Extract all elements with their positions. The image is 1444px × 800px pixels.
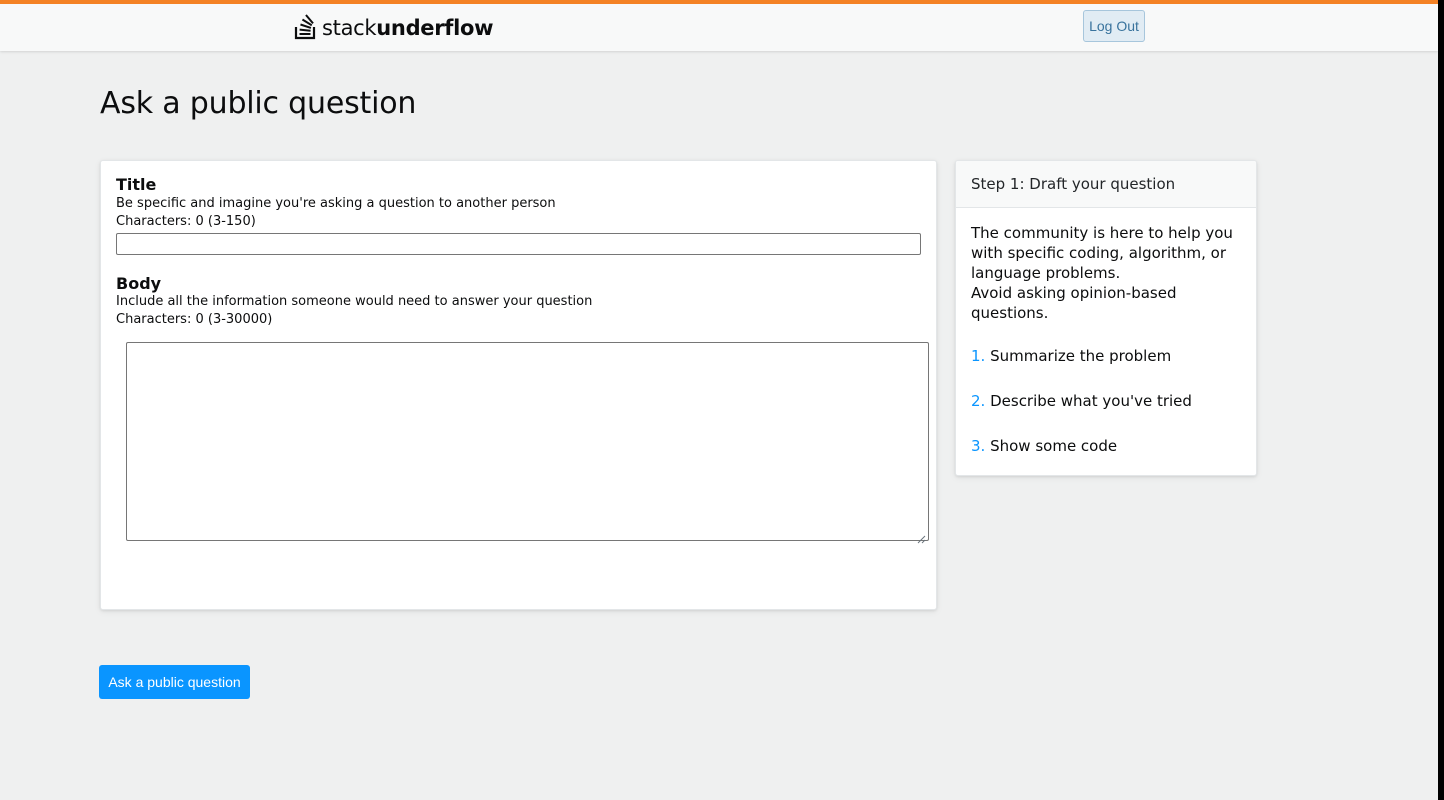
page-title: Ask a public question (100, 86, 417, 121)
stack-logo-icon (294, 11, 318, 45)
window-edge (1438, 0, 1444, 800)
title-description: Be specific and imagine you're asking a … (116, 196, 556, 211)
logo[interactable]: stackunderflow (294, 11, 494, 45)
logo-text-bold: underflow (376, 16, 494, 40)
help-card-header: Step 1: Draft your question (956, 161, 1256, 208)
body-char-counter: Characters: 0 (3-30000) (116, 312, 273, 327)
help-step-number: 1. (971, 347, 986, 365)
body-textarea[interactable] (126, 342, 929, 544)
help-intro: The community is here to help you with s… (971, 223, 1246, 323)
help-step-text: Summarize the problem (990, 347, 1172, 365)
help-card: Step 1: Draft your question The communit… (955, 160, 1257, 476)
help-step-2: 2. Describe what you've tried (971, 392, 1192, 410)
help-step-text: Describe what you've tried (990, 392, 1192, 410)
title-char-counter: Characters: 0 (3-150) (116, 214, 256, 229)
help-step-3: 3. Show some code (971, 437, 1117, 455)
help-step-1: 1. Summarize the problem (971, 347, 1171, 365)
logo-text-light: stack (322, 16, 377, 40)
help-intro-line-1: The community is here to help you with s… (971, 224, 1233, 282)
logo-text: stackunderflow (322, 16, 494, 40)
help-step-number: 3. (971, 437, 986, 455)
title-label: Title (116, 175, 157, 194)
top-bar: stackunderflow Log Out (0, 0, 1438, 51)
help-step-number: 2. (971, 392, 986, 410)
help-intro-line-2: Avoid asking opinion-based questions. (971, 284, 1177, 322)
body-description: Include all the information someone woul… (116, 294, 593, 309)
question-form-card: Title Be specific and imagine you're ask… (100, 160, 937, 610)
help-step-text: Show some code (990, 437, 1118, 455)
title-input[interactable] (116, 233, 921, 255)
page: stackunderflow Log Out Ask a public ques… (0, 0, 1444, 800)
resize-grip-icon[interactable] (917, 529, 926, 544)
submit-question-button[interactable]: Ask a public question (99, 665, 250, 699)
body-label: Body (116, 274, 162, 293)
logout-button[interactable]: Log Out (1083, 10, 1145, 42)
